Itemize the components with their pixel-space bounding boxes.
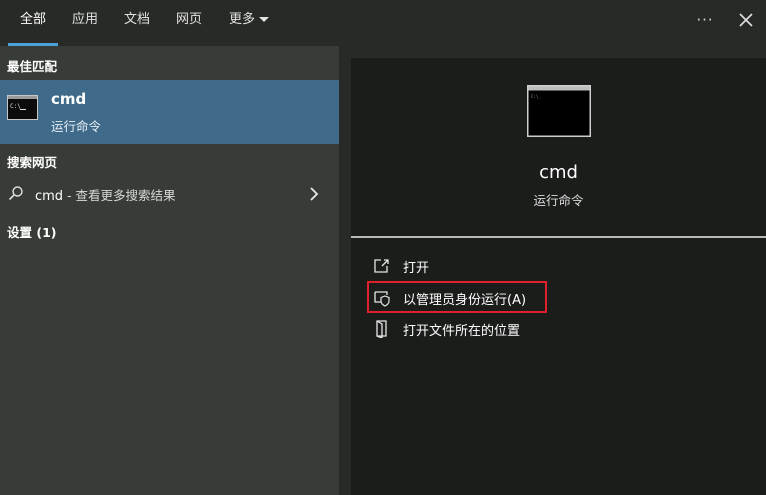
- best-match-heading: 最佳匹配: [7, 59, 58, 74]
- chevron-right-icon[interactable]: [308, 186, 320, 202]
- search-tabs-bar: 全部 应用 文档 网页 更多 ···: [0, 0, 766, 46]
- search-icon: [8, 186, 23, 201]
- open-action[interactable]: 打开: [373, 252, 733, 280]
- highlight-annotation-box: [367, 281, 547, 313]
- command-prompt-icon: C:\_: [7, 95, 38, 120]
- more-options-icon[interactable]: ···: [694, 10, 716, 30]
- tab-label: 文档: [124, 12, 151, 27]
- action-label: 打开文件所在的位置: [403, 324, 521, 339]
- web-search-result[interactable]: cmd - 查看更多搜索结果: [0, 178, 339, 210]
- search-window: 全部 应用 文档 网页 更多 ··· 最佳匹配 C:\_ cmd 运行命令 搜索…: [0, 0, 766, 495]
- tab-apps[interactable]: 应用: [72, 0, 98, 46]
- svg-text:C:\_: C:\_: [10, 103, 25, 110]
- command-prompt-icon: C:\_: [527, 85, 591, 137]
- divider: [351, 236, 766, 238]
- tab-web[interactable]: 网页: [176, 0, 202, 46]
- tab-documents[interactable]: 文档: [124, 0, 150, 46]
- tab-more[interactable]: 更多: [229, 0, 270, 46]
- app-subtitle: 运行命令: [533, 193, 584, 208]
- open-file-location-action[interactable]: 打开文件所在的位置: [373, 315, 733, 343]
- results-panel: 最佳匹配 C:\_ cmd 运行命令 搜索网页 cmd - 查看更多搜索结果 设…: [0, 46, 339, 495]
- tab-label: 更多: [229, 12, 256, 27]
- result-title: cmd: [51, 90, 87, 108]
- app-title: cmd: [539, 162, 578, 183]
- web-search-query: cmd: [35, 189, 64, 204]
- tab-label: 全部: [20, 12, 47, 27]
- details-panel: C:\_ cmd 运行命令 打开 以管理员身份运行(A) 打开文件所在的位置: [351, 58, 766, 495]
- web-search-suffix: - 查看更多搜索结果: [63, 188, 176, 203]
- action-label: 打开: [403, 261, 430, 276]
- close-icon[interactable]: [738, 12, 754, 28]
- tab-label: 网页: [176, 12, 203, 27]
- chevron-down-icon: [259, 17, 270, 22]
- svg-text:C:\_: C:\_: [531, 94, 541, 99]
- settings-heading[interactable]: 设置 (1): [7, 222, 56, 241]
- web-search-heading: 搜索网页: [7, 155, 58, 170]
- open-icon: [374, 259, 389, 273]
- file-location-icon: [376, 320, 387, 338]
- result-subtitle: 运行命令: [51, 119, 102, 134]
- best-match-result[interactable]: C:\_ cmd 运行命令: [0, 80, 339, 144]
- web-search-text: cmd - 查看更多搜索结果: [35, 185, 176, 204]
- tab-label: 应用: [72, 12, 99, 27]
- tab-all[interactable]: 全部: [20, 0, 46, 46]
